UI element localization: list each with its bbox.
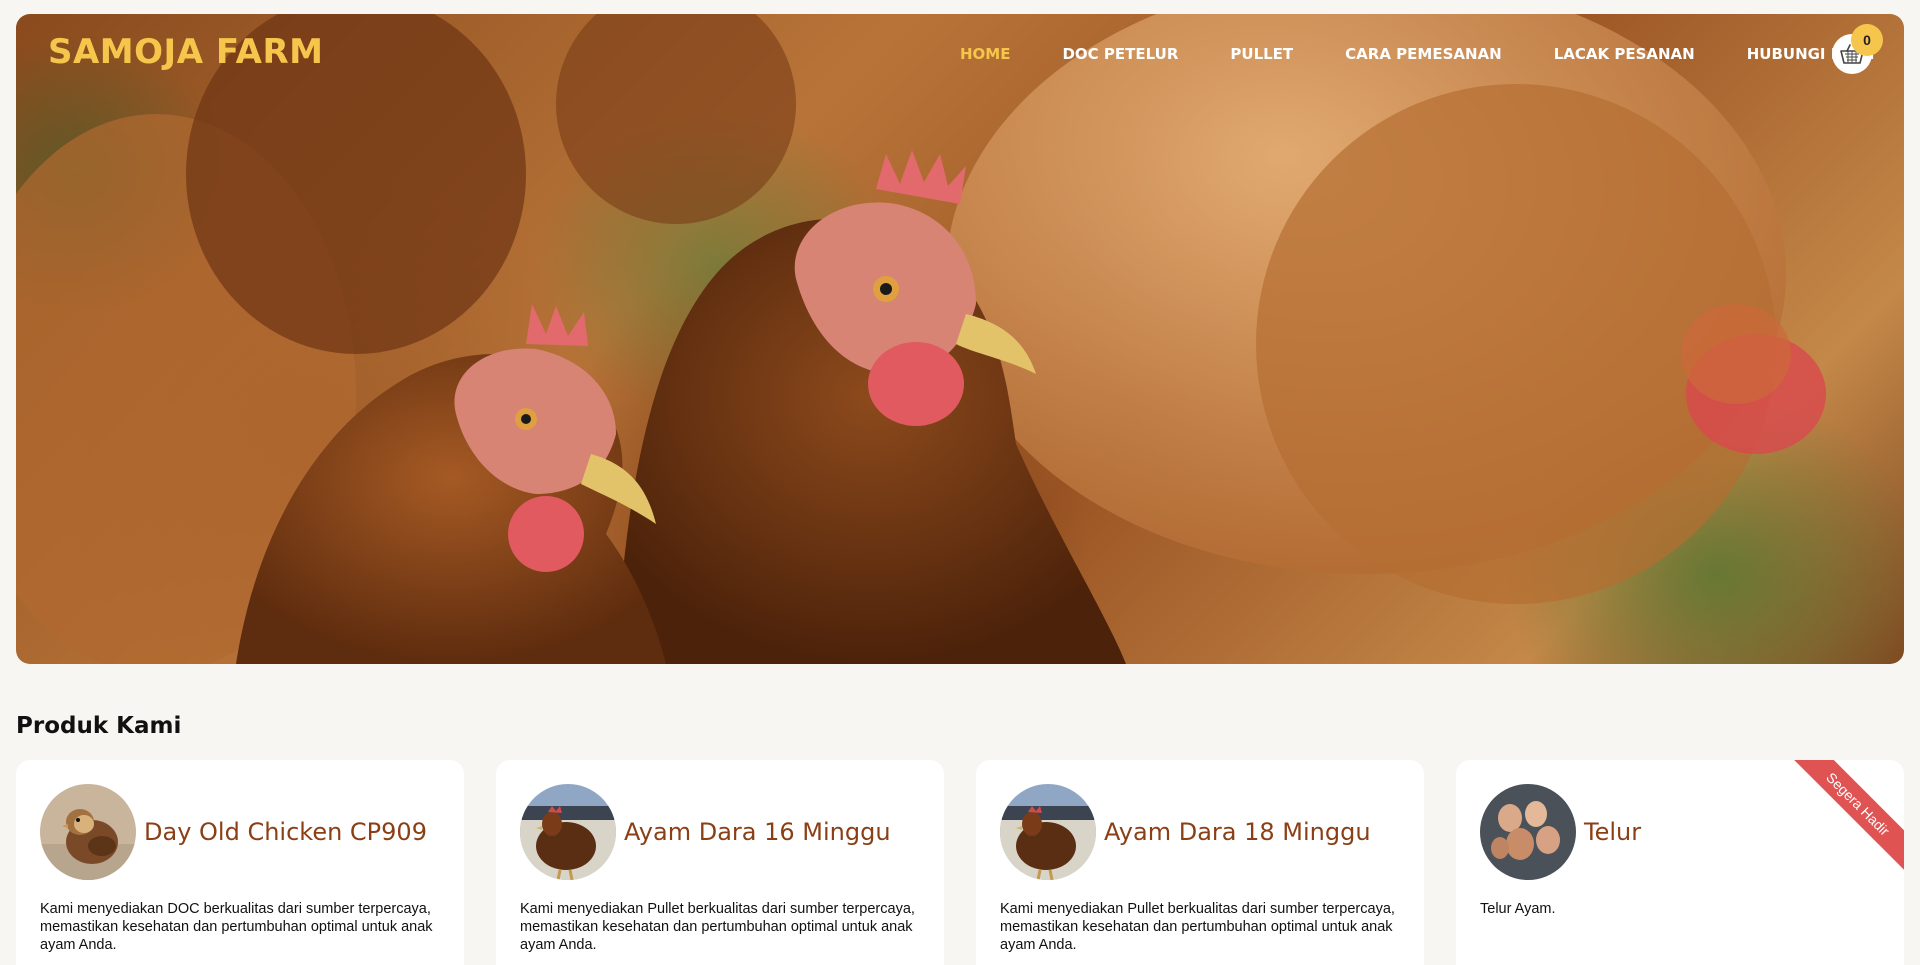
ribbon-label: Segera Hadir (1794, 760, 1904, 870)
nav-cara-pemesanan[interactable]: CARA PEMESANAN (1345, 45, 1502, 63)
brand-logo[interactable]: SAMOJA FARM (48, 32, 324, 72)
product-description: Kami menyediakan DOC berkualitas dari su… (40, 901, 433, 953)
product-description: Telur Ayam. (1480, 901, 1556, 917)
section-title: Produk Kami (16, 713, 182, 739)
product-card[interactable]: Ayam Dara 16 Minggu Kami menyediakan Pul… (496, 760, 944, 965)
product-title: Telur (1584, 818, 1642, 846)
coming-soon-ribbon: Segera Hadir (1794, 760, 1904, 870)
product-list: Day Old Chicken CP909 Kami menyediakan D… (16, 760, 1904, 965)
nav-pullet[interactable]: PULLET (1230, 45, 1293, 63)
product-card[interactable]: Day Old Chicken CP909 Kami menyediakan D… (16, 760, 464, 965)
nav-doc-petelur[interactable]: DOC PETELUR (1062, 45, 1178, 63)
nav-lacak-pesanan[interactable]: LACAK PESANAN (1554, 45, 1695, 63)
main-nav: HOME DOC PETELUR PULLET CARA PEMESANAN L… (960, 45, 1874, 63)
eggs-thumbnail (1480, 784, 1576, 880)
product-title: Ayam Dara 16 Minggu (624, 818, 891, 846)
product-card[interactable]: Segera Hadir Telur Telur Ayam. (1456, 760, 1904, 965)
hero-banner (16, 14, 1904, 664)
product-card[interactable]: Ayam Dara 18 Minggu Kami menyediakan Pul… (976, 760, 1424, 965)
product-title: Day Old Chicken CP909 (144, 818, 427, 846)
nav-home[interactable]: HOME (960, 45, 1010, 63)
pullet-thumbnail (1000, 784, 1096, 880)
cart-count-badge: 0 (1851, 24, 1883, 56)
chick-thumbnail (40, 784, 136, 880)
hero-chickens-image (16, 14, 1826, 664)
product-title: Ayam Dara 18 Minggu (1104, 818, 1371, 846)
pullet-thumbnail (520, 784, 616, 880)
product-description: Kami menyediakan Pullet berkualitas dari… (1000, 901, 1395, 953)
product-description: Kami menyediakan Pullet berkualitas dari… (520, 901, 915, 953)
